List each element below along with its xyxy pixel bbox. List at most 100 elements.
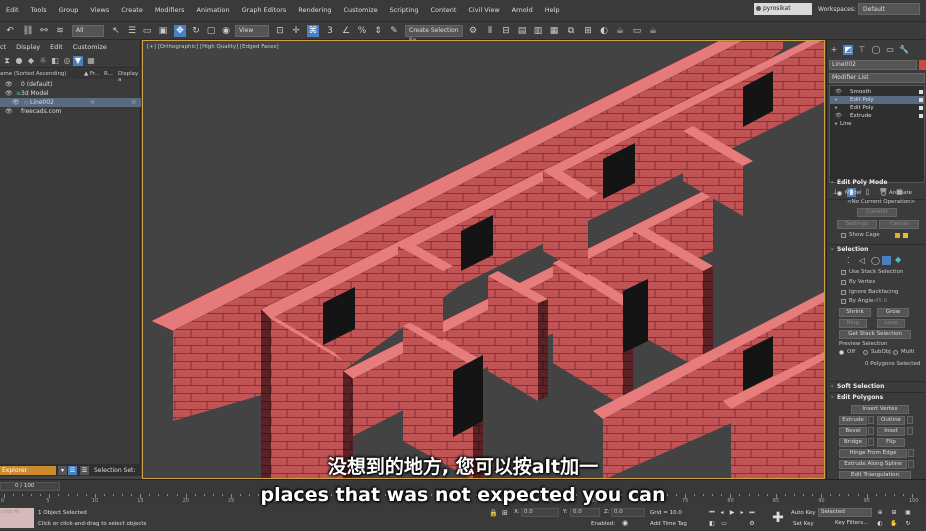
angle-snap-icon[interactable]: ∠ — [340, 25, 352, 37]
current-frame-field[interactable]: ▭ — [720, 520, 728, 528]
material-editor-icon[interactable]: ◐ — [598, 25, 610, 37]
menu-animation[interactable]: Animation — [197, 6, 230, 14]
rollout-soft-selection[interactable]: Soft Selection — [829, 381, 925, 391]
modifier-toggle-icon[interactable] — [919, 98, 923, 102]
link-icon[interactable]: ⛓ — [22, 25, 34, 37]
menu-customize[interactable]: Customize — [343, 6, 377, 14]
bevel-button[interactable]: Bevel — [839, 427, 867, 436]
by-angle-value[interactable]: 45.0 — [875, 298, 887, 304]
select-and-rotate-icon[interactable]: ↻ — [190, 25, 202, 37]
align-icon[interactable]: ⊟ — [500, 25, 512, 37]
rollout-selection[interactable]: Selection — [829, 244, 925, 254]
menu-modifiers[interactable]: Modifiers — [155, 6, 185, 14]
next-frame-icon[interactable]: ▸ — [738, 509, 746, 517]
eye-icon[interactable]: 👁 — [5, 107, 13, 116]
shrink-button[interactable]: Shrink — [839, 308, 871, 317]
window-crossing-icon[interactable]: ▣ — [157, 25, 169, 37]
rectangular-selection-icon[interactable]: ▭ — [141, 25, 153, 37]
explorer-menu-edit[interactable]: Edit — [50, 43, 63, 51]
select-and-place-icon[interactable]: ◉ — [220, 25, 232, 37]
border-mode-icon[interactable]: ◯ — [871, 256, 880, 265]
tree-row-default-layer[interactable]: 👁 0 (default) — [0, 80, 141, 89]
animate-radio[interactable] — [881, 191, 886, 196]
use-stack-selection-checkbox[interactable] — [841, 270, 846, 275]
display-cameras-icon[interactable]: ◧ — [50, 56, 60, 66]
settings-button[interactable]: Settings — [837, 220, 877, 229]
modifier-toggle-icon[interactable] — [919, 114, 923, 118]
modifier-toggle-icon[interactable] — [919, 106, 923, 110]
menu-help[interactable]: Help — [545, 6, 560, 14]
cage-selected-color-swatch[interactable] — [903, 233, 908, 238]
column-render[interactable]: R... — [104, 71, 113, 77]
preview-multi-radio[interactable] — [893, 350, 898, 355]
keyboard-shortcut-override-icon[interactable]: ⌘ — [307, 25, 319, 37]
y-coordinate-field[interactable]: 0.0 — [570, 508, 600, 517]
expand-arrow-icon[interactable]: ▸ — [835, 96, 838, 104]
spinner-snap-icon[interactable]: ⇕ — [372, 25, 384, 37]
go-to-end-icon[interactable]: ⏭ — [748, 509, 756, 517]
bridge-settings-button[interactable] — [868, 438, 874, 446]
bridge-button[interactable]: Bridge — [839, 438, 867, 447]
funnel-filter-icon[interactable]: ⧗ — [2, 56, 12, 66]
extrude-settings-button[interactable] — [868, 416, 874, 424]
snaps-toggle-icon[interactable]: 3 — [324, 25, 336, 37]
toggle-scene-explorer-icon[interactable]: ▤ — [516, 25, 528, 37]
outline-button[interactable]: Outline — [877, 416, 905, 425]
eye-icon[interactable]: 👁 — [835, 88, 842, 96]
menu-civil-view[interactable]: Civil View — [468, 6, 499, 14]
tree-row-line002[interactable]: 👁 ◇ Line002 ❄ ⚙ — [0, 98, 141, 107]
insert-vertex-button[interactable]: Insert Vertex — [851, 405, 909, 414]
menu-views[interactable]: Views — [90, 6, 109, 14]
modifier-list-dropdown[interactable]: Modifier List — [829, 73, 925, 83]
element-mode-icon[interactable]: ◆ — [895, 255, 901, 264]
time-tag-icon[interactable]: ◉ — [622, 519, 628, 527]
reference-coordinate-dropdown[interactable]: View — [235, 25, 269, 37]
flip-button[interactable]: Flip — [877, 438, 905, 447]
menu-scripting[interactable]: Scripting — [390, 6, 419, 14]
menu-tools[interactable]: Tools — [31, 6, 47, 14]
schematic-view-icon[interactable]: ⊞ — [582, 25, 594, 37]
display-helpers-icon[interactable]: ◎ — [62, 56, 72, 66]
edit-named-selection-icon[interactable]: ✎ — [388, 25, 400, 37]
polygon-mode-icon[interactable] — [882, 256, 891, 265]
named-selection-icon[interactable]: ⚙ — [467, 25, 479, 37]
inset-settings-button[interactable] — [907, 427, 913, 435]
pivot-center-icon[interactable]: ⊡ — [274, 25, 286, 37]
zoom-all-icon[interactable]: ⊞ — [890, 509, 898, 517]
render-production-icon[interactable]: ☕ — [647, 25, 659, 37]
add-time-tag[interactable]: Add Time Tag — [650, 521, 687, 527]
tree-row-freecads[interactable]: 👁 freecads.com — [0, 107, 141, 116]
pan-icon[interactable]: ✋ — [890, 520, 898, 528]
select-and-move-icon[interactable]: ✥ — [174, 25, 186, 37]
selection-filter-dropdown[interactable]: All — [72, 25, 104, 37]
menu-group[interactable]: Group — [59, 6, 79, 14]
ribbon-toggle-icon[interactable]: ▦ — [548, 25, 560, 37]
expand-arrow-icon[interactable]: ▸ — [835, 120, 838, 128]
explorer-menu-customize[interactable]: Customize — [73, 43, 107, 51]
key-mode-icon[interactable]: ◧ — [708, 520, 716, 528]
workspace-dropdown[interactable]: Default — [858, 3, 920, 15]
menu-graph-editors[interactable]: Graph Editors — [242, 6, 287, 14]
loop-button[interactable]: Loop — [877, 319, 905, 328]
cancel-button[interactable]: Cancel — [879, 220, 919, 229]
by-angle-checkbox[interactable] — [841, 299, 846, 304]
set-keys-icon[interactable]: ✚ — [769, 508, 787, 528]
stack-item-line[interactable]: ▸ Line — [830, 120, 924, 128]
select-by-name-icon[interactable]: ☰ — [126, 25, 138, 37]
menu-create[interactable]: Create — [121, 6, 143, 14]
select-and-scale-icon[interactable]: ▢ — [205, 25, 217, 37]
column-frozen[interactable]: ▲ Fr... — [84, 71, 100, 77]
rendered-frame-window-icon[interactable]: ▭ — [631, 25, 643, 37]
preview-off-radio[interactable] — [839, 350, 844, 355]
object-name-field[interactable]: Line002 — [829, 60, 917, 70]
bevel-settings-button[interactable] — [868, 427, 874, 435]
render-setup-icon[interactable]: ☕ — [614, 25, 626, 37]
ring-button[interactable]: Ring — [839, 319, 867, 328]
menu-arnold[interactable]: Arnold — [512, 6, 533, 14]
rollout-edit-polygons[interactable]: Edit Polygons — [829, 392, 925, 402]
undo-icon[interactable]: ↶ — [4, 25, 16, 37]
eye-icon[interactable]: 👁 — [5, 89, 13, 98]
z-coordinate-field[interactable]: 0.0 — [611, 508, 645, 517]
percent-snap-icon[interactable]: % — [356, 25, 368, 37]
create-tab-icon[interactable]: + — [829, 45, 839, 55]
